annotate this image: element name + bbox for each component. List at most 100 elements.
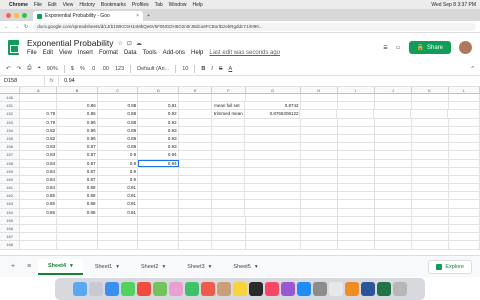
cell[interactable] — [179, 102, 213, 110]
row-header[interactable]: 161 — [0, 184, 21, 192]
cell[interactable] — [212, 151, 246, 159]
cell[interactable]: 0.88 — [98, 110, 139, 118]
cell[interactable] — [449, 192, 480, 200]
cell[interactable] — [212, 167, 246, 175]
column-header[interactable]: K — [412, 87, 449, 93]
cell[interactable] — [20, 241, 58, 249]
menu-tab[interactable]: Tab — [155, 2, 163, 8]
cell[interactable] — [138, 241, 179, 249]
cell[interactable] — [449, 151, 480, 159]
cell[interactable]: 0.86 — [57, 110, 98, 118]
cell[interactable] — [412, 175, 449, 184]
cell[interactable] — [212, 94, 246, 102]
menu-view[interactable]: View — [59, 50, 72, 56]
select-all-corner[interactable] — [0, 87, 21, 93]
menu-edit[interactable]: Edit — [48, 2, 57, 8]
cell[interactable]: 0.88 — [57, 192, 98, 200]
cell[interactable] — [212, 216, 246, 224]
cell[interactable]: 0.93 — [138, 134, 179, 143]
cell[interactable] — [375, 216, 412, 224]
cell[interactable] — [412, 233, 449, 241]
url-field[interactable]: docs.google.com/spreadsheets/d/1Jrb1WKC5… — [33, 22, 476, 31]
cell[interactable] — [449, 126, 480, 134]
calendar-icon[interactable] — [201, 282, 215, 296]
cell[interactable] — [245, 184, 301, 192]
currency-button[interactable]: $ — [71, 66, 74, 72]
cell[interactable]: 0.87 — [57, 151, 98, 159]
photos-icon[interactable] — [169, 282, 183, 296]
cell[interactable]: 0.87 — [57, 143, 98, 151]
cell[interactable]: mean full set — [212, 102, 246, 110]
cell[interactable] — [374, 110, 412, 118]
column-header[interactable]: D — [138, 87, 180, 93]
cell[interactable] — [301, 225, 338, 233]
menu-help[interactable]: Help — [192, 2, 202, 8]
cell[interactable] — [20, 94, 58, 102]
facetime-icon[interactable] — [185, 282, 199, 296]
cell[interactable]: 0.85 — [20, 200, 58, 208]
cell[interactable]: 0.84 — [20, 159, 58, 167]
cell[interactable] — [212, 175, 246, 184]
cell[interactable]: 0.86 — [57, 118, 98, 126]
chevron-down-icon[interactable]: ▾ — [209, 264, 212, 270]
cell[interactable] — [301, 175, 338, 184]
undo-icon[interactable]: ↶ — [6, 66, 11, 72]
cell[interactable] — [338, 192, 375, 200]
cell[interactable] — [212, 126, 246, 134]
cell[interactable] — [138, 94, 179, 102]
cell[interactable] — [449, 167, 480, 175]
cell[interactable] — [411, 110, 449, 118]
cell[interactable]: 0.87 — [57, 167, 98, 175]
cell[interactable] — [57, 225, 98, 233]
close-window-icon[interactable] — [6, 13, 11, 18]
redo-icon[interactable]: ↷ — [17, 66, 22, 72]
cell[interactable] — [179, 184, 212, 192]
cell[interactable] — [412, 94, 449, 102]
cell[interactable] — [212, 225, 246, 233]
cell[interactable]: 0.93 — [138, 126, 179, 134]
cell[interactable] — [301, 151, 338, 159]
name-box[interactable]: D158 — [0, 75, 45, 87]
last-edit-link[interactable]: Last edit was seconds ago — [209, 50, 280, 56]
cell[interactable]: 0.79 — [20, 110, 58, 118]
menu-addons[interactable]: Add-ons — [163, 50, 185, 56]
menu-help[interactable]: Help — [191, 50, 203, 56]
cell[interactable]: 0.9 — [98, 159, 139, 167]
cell[interactable]: 0.85 — [20, 192, 58, 200]
cell[interactable] — [338, 134, 375, 143]
cell[interactable] — [412, 159, 449, 167]
cell[interactable] — [412, 208, 449, 216]
cell[interactable]: trimmed mean — [212, 110, 246, 118]
cell[interactable] — [338, 225, 375, 233]
row-header[interactable]: 159 — [0, 167, 21, 175]
cell[interactable]: 0.91 — [138, 102, 179, 110]
tab-close-icon[interactable]: × — [136, 13, 139, 19]
cell[interactable]: 0.88 — [57, 200, 98, 208]
cell[interactable] — [375, 225, 412, 233]
cell[interactable]: 0.92 — [138, 118, 179, 126]
reload-icon[interactable]: ↻ — [24, 24, 28, 30]
column-header[interactable]: C — [98, 87, 139, 93]
cell[interactable] — [375, 134, 412, 143]
sheet-tab-sheet1[interactable]: Sheet1 ▾ — [85, 260, 129, 274]
bold-button[interactable]: B — [201, 66, 205, 72]
selected-cell[interactable]: 0.94 — [138, 159, 179, 167]
cell[interactable] — [20, 102, 58, 110]
notes-icon[interactable] — [233, 282, 247, 296]
menu-file[interactable]: File — [34, 2, 42, 8]
row-header[interactable]: 160 — [0, 175, 21, 184]
cell[interactable] — [449, 208, 480, 216]
cell[interactable] — [212, 200, 246, 208]
move-icon[interactable]: ⊡ — [127, 40, 132, 47]
cell[interactable] — [301, 134, 338, 143]
cell[interactable] — [98, 94, 139, 102]
cell[interactable] — [212, 184, 246, 192]
cell[interactable] — [449, 118, 480, 126]
minimize-window-icon[interactable] — [14, 13, 19, 18]
all-sheets-icon[interactable]: ≡ — [22, 263, 36, 270]
cell[interactable] — [412, 167, 449, 175]
cell[interactable]: 0.88 — [57, 184, 98, 192]
cell[interactable] — [412, 151, 449, 159]
cell[interactable]: 0.9 — [98, 167, 139, 175]
sheets-logo-icon[interactable] — [8, 40, 19, 55]
